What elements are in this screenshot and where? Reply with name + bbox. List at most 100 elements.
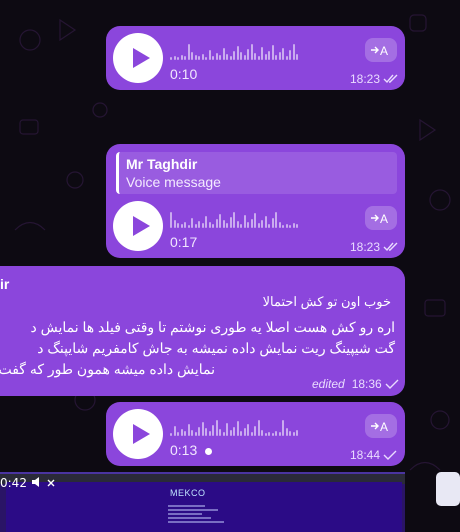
svg-text:A: A [380, 44, 388, 57]
transcribe-icon: A [371, 420, 388, 433]
play-button[interactable] [113, 409, 163, 459]
waveform-bar [170, 212, 172, 228]
message-meta: 18:23 [350, 240, 400, 254]
waveform-bar [184, 431, 186, 436]
waveform-bar [222, 432, 225, 436]
waveform-bar [278, 52, 281, 60]
waveform-bar [289, 431, 291, 436]
svg-text:A: A [380, 420, 388, 433]
waveform-bar [289, 225, 291, 228]
waveform-bar [250, 219, 253, 228]
waveform-bar [229, 217, 232, 228]
waveform-bar [264, 433, 267, 436]
waveform-bar [205, 216, 207, 228]
waveform-bar [240, 224, 242, 228]
waveform-bar [268, 224, 270, 228]
transcribe-button[interactable]: A [365, 206, 397, 230]
waveform-bar [212, 56, 214, 60]
message-time: 18:36 [351, 377, 382, 391]
waveform-bar [191, 52, 193, 60]
voice-waveform[interactable] [170, 206, 298, 228]
waveform-bar [198, 56, 200, 60]
waveform-bar [233, 427, 235, 436]
waveform-bar [177, 223, 179, 228]
waveform-bar [268, 51, 270, 60]
waveform-bar [257, 420, 260, 436]
waveform-bar [173, 426, 176, 436]
waveform-bar [271, 433, 274, 436]
message-meta: 18:44 [350, 448, 397, 462]
waveform-bar [205, 428, 207, 436]
waveform-bar [194, 432, 197, 436]
transcribe-button[interactable]: A [365, 38, 397, 62]
text-message-bubble[interactable]: ir خوب اون تو کش احتمالا اره رو کش هست ا… [0, 266, 405, 396]
waveform-bar [219, 214, 221, 228]
waveform-bar [275, 212, 277, 228]
close-icon[interactable] [47, 479, 55, 487]
waveform-bar [177, 432, 179, 436]
play-icon [132, 424, 150, 444]
waveform-bar [296, 224, 298, 228]
waveform-bar [187, 225, 190, 228]
voice-duration: 0:13 [170, 442, 213, 458]
waveform-bar [180, 55, 183, 60]
video-time: 0:42 [0, 476, 55, 490]
waveform-bar [208, 222, 211, 228]
voice-waveform[interactable] [170, 414, 298, 436]
waveform-bar [208, 431, 211, 436]
play-icon [132, 48, 150, 68]
voice-message-bubble[interactable]: 0:13 A 18:44 [106, 402, 405, 466]
message-time: 18:23 [350, 72, 381, 86]
waveform-bar [191, 430, 193, 436]
waveform-bar [201, 422, 204, 436]
waveform-bar [198, 427, 200, 436]
waveform-bar [187, 424, 190, 436]
waveform-bar [257, 56, 260, 60]
waveform-bar [194, 55, 197, 60]
sender-name: ir [0, 276, 10, 292]
waveform-bar [236, 421, 239, 436]
play-button[interactable] [113, 201, 163, 251]
voice-duration-text: 0:13 [170, 442, 198, 458]
waveform-bar [285, 224, 288, 228]
transcribe-icon: A [371, 44, 388, 57]
waveform-bar [292, 223, 295, 228]
waveform-bar [180, 224, 183, 228]
volume-icon[interactable] [31, 477, 43, 487]
waveform-bar [282, 48, 284, 60]
waveform-bar [187, 44, 190, 60]
message-text-line: گت شیپینگ ریت نمایش داده نمیشه به جاش کا… [37, 340, 395, 356]
waveform-bar [271, 218, 274, 228]
waveform-bar [275, 431, 277, 436]
video-time-text: 0:42 [0, 476, 27, 490]
voice-waveform[interactable] [170, 38, 298, 60]
message-meta: 18:23 [350, 72, 400, 86]
waveform-bar [201, 54, 204, 60]
waveform-bar [247, 222, 249, 228]
waveform-bar [170, 433, 172, 436]
voice-message-bubble[interactable]: Mr Taghdir Voice message 0:17 A 18:23 [106, 144, 405, 258]
waveform-bar [285, 56, 288, 60]
waveform-bar [184, 56, 186, 60]
waveform-bar [215, 53, 218, 60]
waveform-bar [226, 54, 228, 60]
voice-message-bubble[interactable]: 0:10 A 18:23 [106, 26, 405, 90]
sticker-thumbnail[interactable] [436, 472, 460, 506]
waveform-bar [247, 424, 249, 436]
waveform-bar [282, 225, 284, 228]
waveform-bar [173, 56, 176, 60]
check-icon [385, 379, 399, 389]
reply-quote[interactable]: Mr Taghdir Voice message [116, 152, 397, 194]
reply-sender-name: Mr Taghdir [126, 156, 198, 172]
waveform-bar [271, 45, 274, 60]
waveform-bar [247, 49, 249, 60]
video-content-lines [168, 505, 230, 525]
message-text-line: نمایش داده میشه همون طور که گفت [0, 361, 215, 377]
transcribe-button[interactable]: A [365, 414, 397, 438]
waveform-bar [184, 222, 186, 228]
waveform-bar [236, 221, 239, 228]
waveform-bar [215, 420, 218, 436]
waveform-bar [219, 55, 221, 60]
svg-text:A: A [380, 212, 388, 225]
play-button[interactable] [113, 33, 163, 83]
